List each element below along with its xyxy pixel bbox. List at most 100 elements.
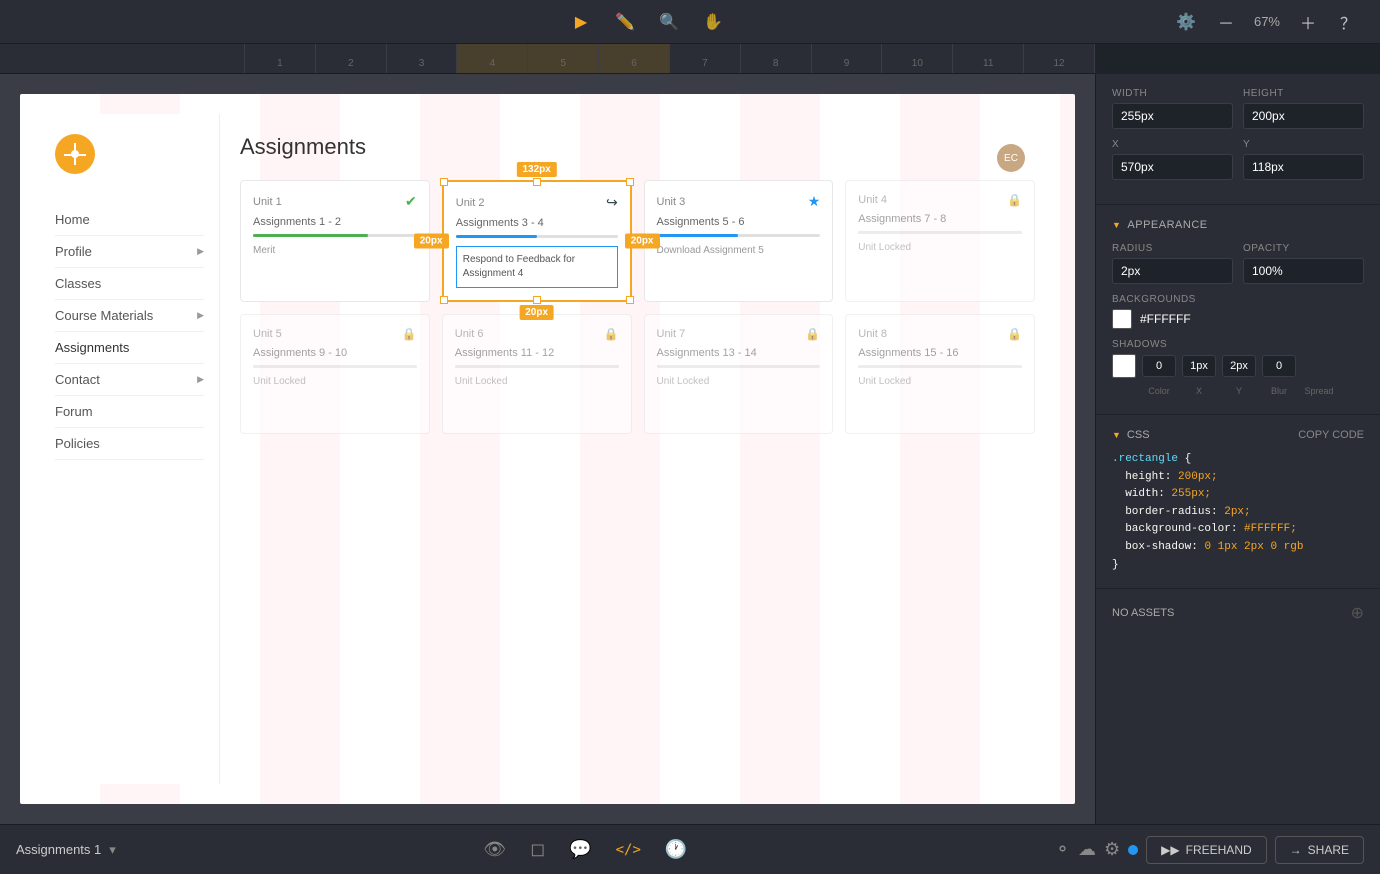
unit-card-2[interactable]: Unit 2 ↩ Assignments 3 - 4 Respond to Fe… (442, 180, 632, 302)
plus-icon[interactable]: ＋ (1296, 10, 1320, 34)
shadow-y-input[interactable] (1182, 355, 1216, 377)
bg-color-swatch[interactable] (1112, 309, 1132, 329)
shadow-label-spread: Spread (1302, 386, 1336, 396)
shadow-x-input[interactable] (1142, 355, 1176, 377)
unit-8-lock-icon: 🔒 (1007, 327, 1022, 341)
no-assets-section: NO ASSETS ⊕ (1096, 589, 1380, 637)
nav-contact-arrow: ▶ (197, 374, 204, 385)
pencil-tool[interactable]: ✏️ (613, 10, 637, 34)
message-icon[interactable]: 💬 (569, 839, 591, 860)
shadow-label-blur: Blur (1262, 386, 1296, 396)
unit-8-progress-bar (858, 365, 1022, 368)
handle-tm[interactable] (533, 178, 541, 186)
ruler-tick-11: 11 (953, 44, 1024, 73)
css-selector: .rectangle (1112, 453, 1178, 465)
unit-7-status: Unit Locked (657, 376, 821, 387)
unit-card-1[interactable]: Unit 1 ✔ Assignments 1 - 2 Merit (240, 180, 430, 302)
settings-icon[interactable]: ⚙️ (1174, 10, 1198, 34)
width-input[interactable] (1112, 103, 1233, 129)
css-chevron-icon: ▼ (1112, 430, 1121, 440)
freehand-button[interactable]: ▶▶ FREEHAND (1146, 836, 1266, 864)
nav-home-label: Home (55, 212, 90, 227)
appearance-header: ▼ APPEARANCE (1112, 219, 1364, 231)
design-area: Home Profile ▶ Classes Course Materials … (0, 74, 1095, 824)
eye-icon[interactable]: 👁 (483, 839, 506, 860)
copy-code-button[interactable]: COPY CODE (1298, 429, 1364, 441)
settings-bottom-icon[interactable]: ⚙ (1104, 839, 1120, 860)
unit-1-check-icon: ✔ (405, 193, 417, 210)
shadow-spread-input[interactable] (1262, 355, 1296, 377)
arrow-tool[interactable]: ▶ (569, 10, 593, 34)
css-code-block: .rectangle { height: 200px; width: 255px… (1112, 451, 1364, 574)
unit-6-lock-icon: 🔒 (604, 327, 619, 341)
unit-8-label: Unit 8 🔒 (858, 327, 1022, 341)
unit-card-7[interactable]: Unit 7 🔒 Assignments 13 - 14 Unit Locked (644, 314, 834, 434)
upload-icon[interactable]: ☁ (1078, 839, 1096, 860)
blue-dot-indicator (1128, 845, 1138, 855)
handle-tl[interactable] (440, 178, 448, 186)
nav-forum[interactable]: Forum (55, 396, 204, 428)
code-icon[interactable]: </> (616, 842, 641, 858)
search-tool[interactable]: 🔍 (657, 10, 681, 34)
units-grid-row1: Unit 1 ✔ Assignments 1 - 2 Merit (240, 180, 1035, 302)
ruler-tick-5: 5 (528, 44, 599, 73)
unit-1-status: Merit (253, 245, 417, 256)
nav-classes[interactable]: Classes (55, 268, 204, 300)
width-label: WIDTH (1112, 88, 1233, 99)
nav-contact[interactable]: Contact ▶ (55, 364, 204, 396)
help-icon[interactable]: ？ (1336, 10, 1360, 34)
minus-icon[interactable]: － (1214, 10, 1238, 34)
canvas: Home Profile ▶ Classes Course Materials … (20, 94, 1075, 804)
wh-row: WIDTH HEIGHT (1112, 88, 1364, 129)
app-main: EC Assignments Unit 1 ✔ Assignments 1 - … (220, 114, 1055, 784)
nav-course-materials[interactable]: Course Materials ▶ (55, 300, 204, 332)
bottom-bar: Assignments 1 ▾ 👁 ◻ 💬 </> 🕐 ⚬ ☁ ⚙ ▶▶ FRE… (0, 824, 1380, 874)
handle-tr[interactable] (626, 178, 634, 186)
unit-2-label: Unit 2 ↩ (456, 194, 618, 211)
unit-1-label: Unit 1 ✔ (253, 193, 417, 210)
y-label: Y (1243, 139, 1364, 150)
ruler-tick-7: 7 (670, 44, 741, 73)
share-button[interactable]: → SHARE (1275, 836, 1364, 864)
handle-bl[interactable] (440, 296, 448, 304)
unit-card-4[interactable]: Unit 4 🔒 Assignments 7 - 8 Unit Locked (845, 180, 1035, 302)
history-icon[interactable]: 🕐 (665, 839, 687, 860)
handle-br[interactable] (626, 296, 634, 304)
shadow-color-swatch[interactable] (1112, 354, 1136, 378)
nav-profile[interactable]: Profile ▶ (55, 236, 204, 268)
unit-card-6[interactable]: Unit 6 🔒 Assignments 11 - 12 Unit Locked (442, 314, 632, 434)
unit-2-back-icon: ↩ (606, 194, 618, 211)
unit-card-5[interactable]: Unit 5 🔒 Assignments 9 - 10 Unit Locked (240, 314, 430, 434)
radius-label: RADIUS (1112, 243, 1233, 254)
ruler-tick-4: 4 (457, 44, 528, 73)
unit-card-8[interactable]: Unit 8 🔒 Assignments 15 - 16 Unit Locked (845, 314, 1035, 434)
comment-icon[interactable]: ◻ (530, 839, 545, 860)
handle-bm[interactable] (533, 296, 541, 304)
unit-1-progress-fill (253, 234, 368, 237)
page-dropdown-arrow[interactable]: ▾ (109, 842, 116, 858)
share-arrow-icon: → (1290, 843, 1302, 857)
unit-card-3[interactable]: Unit 3 ★ Assignments 5 - 6 Download Assi… (644, 180, 834, 302)
hand-tool[interactable]: ✋ (701, 10, 725, 34)
unit-4-lock-icon: 🔒 (1007, 193, 1022, 207)
opacity-input[interactable] (1243, 258, 1364, 284)
y-input[interactable] (1243, 154, 1364, 180)
x-input[interactable] (1112, 154, 1233, 180)
nav-home[interactable]: Home (55, 204, 204, 236)
height-label: HEIGHT (1243, 88, 1364, 99)
shadow-row (1112, 354, 1364, 378)
nav-policies[interactable]: Policies (55, 428, 204, 460)
nav-assignments[interactable]: Assignments (55, 332, 204, 364)
user-avatar: EC (997, 144, 1025, 172)
radius-input[interactable] (1112, 258, 1233, 284)
unit-3-progress-fill (657, 234, 739, 237)
app-sidebar: Home Profile ▶ Classes Course Materials … (40, 114, 220, 784)
height-input[interactable] (1243, 103, 1364, 129)
share-network-icon[interactable]: ⚬ (1055, 839, 1070, 860)
shadow-blur-input[interactable] (1222, 355, 1256, 377)
unit-5-assignments: Assignments 9 - 10 (253, 347, 417, 359)
nav-classes-label: Classes (55, 276, 101, 291)
dimensions-section: WIDTH HEIGHT X Y (1096, 74, 1380, 205)
unit-1-progress-bar (253, 234, 417, 237)
css-header: ▼ CSS COPY CODE (1112, 429, 1364, 441)
